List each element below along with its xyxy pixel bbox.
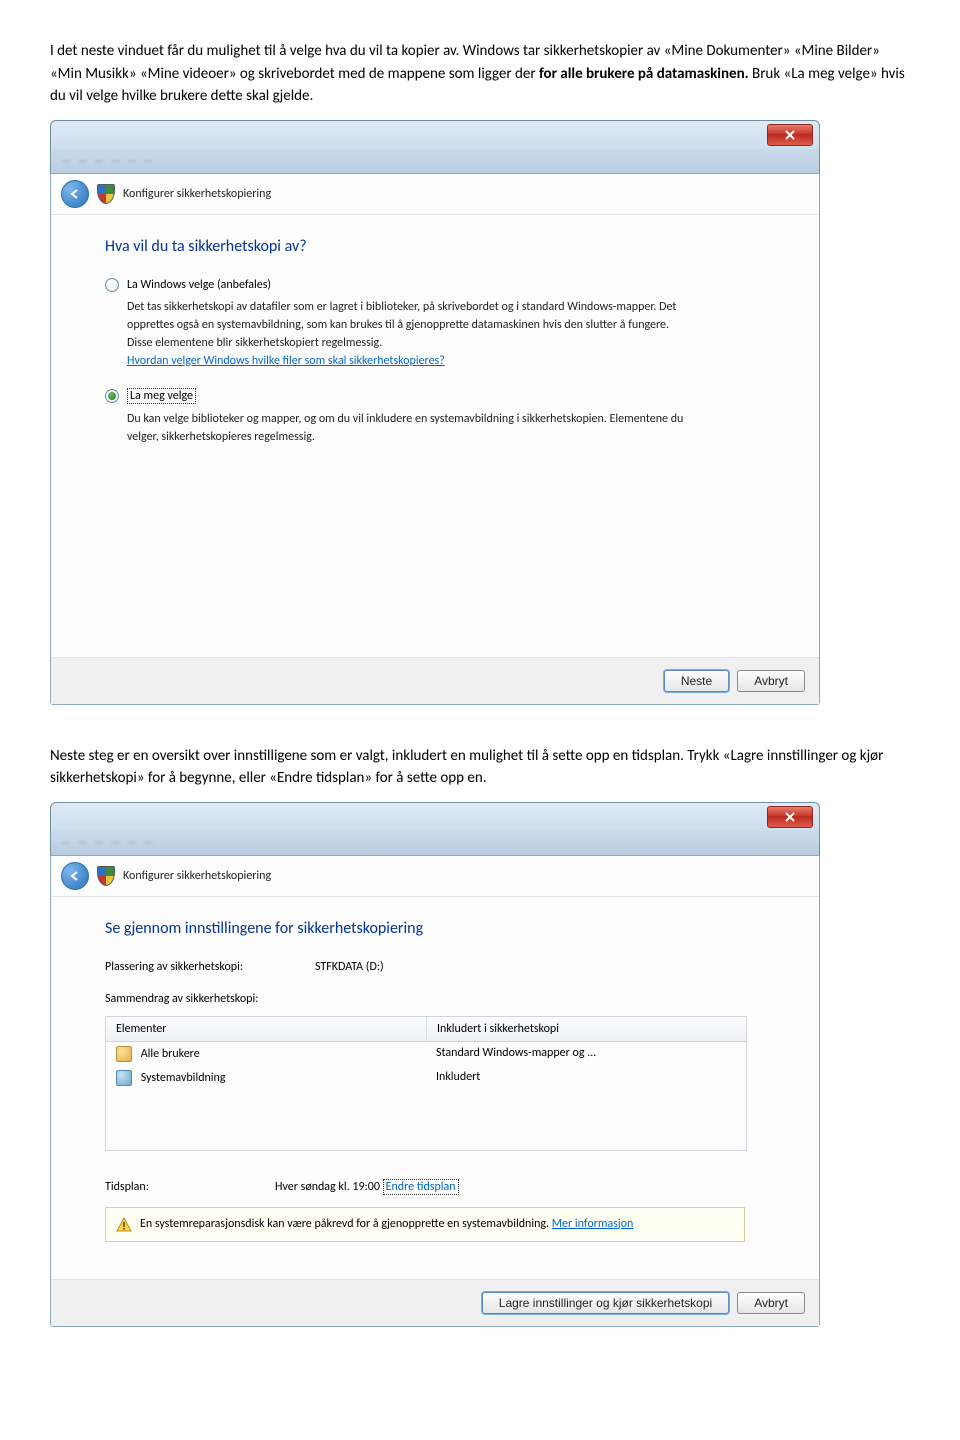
option1-help-link[interactable]: Hvordan velger Windows hvilke filer som … — [127, 354, 445, 368]
table-row: Alle brukere Standard Windows-mapper og … — [106, 1042, 746, 1066]
save-and-run-button[interactable]: Lagre innstillinger og kjør sikkerhetsko… — [482, 1292, 729, 1314]
window-titlebar — [50, 120, 820, 149]
cancel-button[interactable]: Avbryt — [737, 1292, 805, 1314]
radio-icon-selected — [105, 389, 119, 403]
system-image-icon — [116, 1070, 132, 1086]
warning-icon — [116, 1217, 132, 1233]
wizard-nav-strip: Konfigurer sikkerhetskopiering — [51, 856, 819, 897]
option-label: La meg velge — [127, 388, 196, 404]
intro-text-bold: for alle brukere på datamaskinen. — [539, 65, 749, 83]
warning-box: En systemreparasjonsdisk kan være påkrev… — [105, 1207, 745, 1242]
wizard-title: Konfigurer sikkerhetskopiering — [123, 869, 271, 883]
option-label: La Windows velge (anbefales) — [127, 278, 271, 292]
shield-icon — [97, 184, 115, 204]
close-icon — [785, 812, 795, 822]
close-icon — [785, 130, 795, 140]
option-let-windows-choose[interactable]: La Windows velge (anbefales) — [105, 278, 775, 292]
intro-paragraph: I det neste vinduet får du mulighet til … — [50, 40, 910, 108]
page-heading: Hva vil du ta sikkerhetskopi av? — [105, 237, 775, 256]
summary-table: Elementer Inkludert i sikkerhetskopi All… — [105, 1016, 747, 1151]
summary-label: Sammendrag av sikkerhetskopi: — [105, 992, 775, 1006]
arrow-left-icon — [69, 188, 81, 200]
col-included-header[interactable]: Inkludert i sikkerhetskopi — [427, 1017, 746, 1041]
arrow-left-icon — [69, 870, 81, 882]
dialog-configure-backup-step1: — — — — — — Konfigurer sikkerhetskopieri… — [50, 120, 820, 705]
back-button[interactable] — [61, 180, 89, 208]
back-button[interactable] — [61, 862, 89, 890]
schedule-value: Hver søndag kl. 19:00 — [275, 1180, 383, 1194]
background-blur-row: — — — — — — — [50, 831, 820, 855]
backup-location-row: Plassering av sikkerhetskopi: STFKDATA (… — [105, 960, 775, 974]
row-name: Alle brukere — [141, 1046, 200, 1060]
users-icon — [116, 1046, 132, 1062]
radio-icon — [105, 278, 119, 292]
change-schedule-link[interactable]: Endre tidsplan — [383, 1179, 459, 1195]
next-button[interactable]: Neste — [664, 670, 729, 692]
close-button[interactable] — [767, 124, 813, 146]
shield-icon — [97, 866, 115, 886]
option1-description: Det tas sikkerhetskopi av datafiler som … — [127, 298, 687, 370]
background-blur-row: — — — — — — — [50, 149, 820, 173]
row-name: Systemavbildning — [141, 1070, 226, 1084]
middle-paragraph: Neste steg er en oversikt over innstilli… — [50, 745, 910, 790]
dialog-configure-backup-review: — — — — — — Konfigurer sikkerhetskopieri… — [50, 802, 820, 1327]
window-titlebar — [50, 802, 820, 831]
table-empty-space — [106, 1090, 746, 1150]
option2-description: Du kan velge biblioteker og mapper, og o… — [127, 410, 687, 446]
col-elements-header[interactable]: Elementer — [106, 1017, 427, 1041]
close-button[interactable] — [767, 806, 813, 828]
summary-table-header: Elementer Inkludert i sikkerhetskopi — [106, 1017, 746, 1042]
table-row: Systemavbildning Inkludert — [106, 1066, 746, 1090]
cancel-button[interactable]: Avbryt — [737, 670, 805, 692]
wizard-button-row: Neste Avbryt — [51, 657, 819, 704]
row-included: Inkludert — [426, 1066, 746, 1090]
row-included: Standard Windows-mapper og ... — [426, 1042, 746, 1066]
page-heading: Se gjennom innstillingene for sikkerhets… — [105, 919, 775, 938]
option1-desc-text: Det tas sikkerhetskopi av datafiler som … — [127, 300, 676, 350]
option-let-me-choose[interactable]: La meg velge — [105, 388, 775, 404]
backup-location-label: Plassering av sikkerhetskopi: — [105, 960, 315, 974]
schedule-row: Tidsplan: Hver søndag kl. 19:00 Endre ti… — [105, 1179, 775, 1195]
wizard-button-row: Lagre innstillinger og kjør sikkerhetsko… — [51, 1279, 819, 1326]
wizard-title: Konfigurer sikkerhetskopiering — [123, 187, 271, 201]
warning-text: En systemreparasjonsdisk kan være påkrev… — [140, 1217, 552, 1231]
more-info-link[interactable]: Mer informasjon — [552, 1217, 634, 1231]
wizard-nav-strip: Konfigurer sikkerhetskopiering — [51, 174, 819, 215]
backup-location-value: STFKDATA (D:) — [315, 960, 384, 974]
focused-label: La meg velge — [127, 388, 196, 404]
schedule-label: Tidsplan: — [105, 1180, 275, 1194]
